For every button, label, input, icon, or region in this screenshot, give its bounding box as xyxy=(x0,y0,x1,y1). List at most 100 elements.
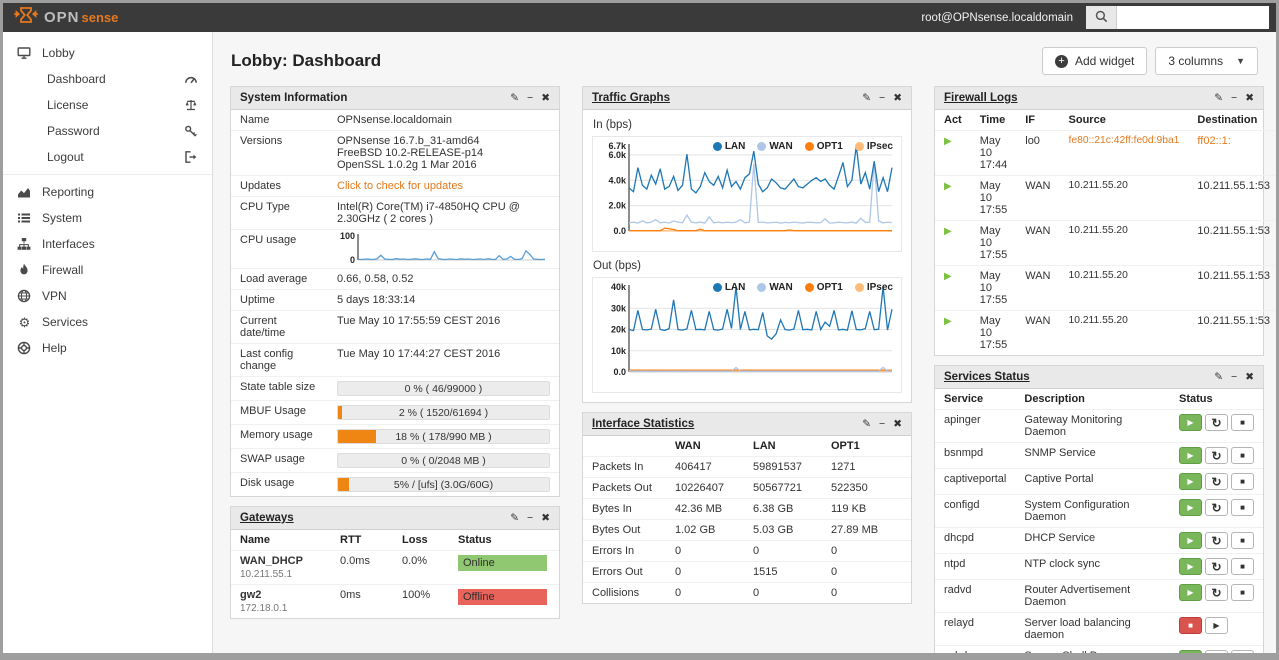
service-running-indicator[interactable]: ▶ xyxy=(1179,532,1202,549)
widget-gateways: Gateways ✎ − ✖ Name RTT Loss Status WAN_… xyxy=(230,506,560,619)
table-row: Errors In 0 0 0 xyxy=(583,540,911,562)
search-button[interactable] xyxy=(1086,6,1117,29)
service-stop-button[interactable]: ■ xyxy=(1231,532,1254,549)
service-running-indicator[interactable]: ▶ xyxy=(1179,499,1202,516)
edit-icon[interactable]: ✎ xyxy=(862,93,871,104)
service-running-indicator[interactable]: ▶ xyxy=(1179,414,1202,431)
search-icon xyxy=(1095,10,1108,26)
widget-title-link[interactable]: Firewall Logs xyxy=(944,92,1018,104)
close-icon[interactable]: ✖ xyxy=(1245,372,1254,383)
service-name: relayd xyxy=(935,612,1016,646)
collapse-icon[interactable]: − xyxy=(879,93,885,104)
service-running-indicator[interactable]: ▶ xyxy=(1179,650,1202,653)
check-updates-link[interactable]: Click to check for updates xyxy=(337,180,463,192)
service-name: apinger xyxy=(935,409,1016,443)
table-row: relaydServer load balancing daemon▶↻■■▶ xyxy=(935,612,1263,646)
close-icon[interactable]: ✖ xyxy=(893,419,902,430)
widget-services-status: Services Status ✎ − ✖ Service Descriptio… xyxy=(934,365,1264,653)
sidebar-item-dashboard[interactable]: Dashboard xyxy=(3,66,212,92)
widget-title-link[interactable]: Services Status xyxy=(944,371,1030,383)
search-box xyxy=(1086,6,1269,29)
service-stop-button[interactable]: ■ xyxy=(1231,558,1254,575)
sidebar: Lobby Dashboard License Password Logout xyxy=(3,32,213,653)
table-row: radvdRouter Advertisement Daemon▶↻■■▶ xyxy=(935,579,1263,613)
service-stopped-indicator[interactable]: ■ xyxy=(1179,617,1202,634)
list-icon xyxy=(17,211,32,225)
edit-icon[interactable]: ✎ xyxy=(510,93,519,104)
sidebar-item-interfaces[interactable]: Interfaces xyxy=(3,231,212,257)
chart-label-in: In (bps) xyxy=(593,119,632,131)
service-restart-button[interactable]: ↻ xyxy=(1205,584,1228,601)
legend-dot-lan xyxy=(712,142,722,151)
collapse-icon[interactable]: − xyxy=(1231,372,1237,383)
collapse-icon[interactable]: − xyxy=(1231,93,1237,104)
plus-circle-icon xyxy=(1055,54,1068,68)
service-restart-button[interactable]: ↻ xyxy=(1205,532,1228,549)
app-window: OPN sense root@OPNsense.localdomain Lobby xyxy=(3,3,1276,653)
widget-title-link[interactable]: Traffic Graphs xyxy=(592,92,670,104)
service-restart-button[interactable]: ↻ xyxy=(1205,499,1228,516)
legend-dot-wan xyxy=(757,283,767,292)
swap-meter: 0 % ( 0/2048 MB ) xyxy=(337,453,550,468)
search-input[interactable] xyxy=(1117,6,1269,29)
add-widget-button[interactable]: Add widget xyxy=(1042,47,1148,75)
service-running-indicator[interactable]: ▶ xyxy=(1179,558,1202,575)
service-start-button[interactable]: ▶ xyxy=(1205,617,1228,634)
fire-icon xyxy=(17,263,32,277)
edit-icon[interactable]: ✎ xyxy=(1214,372,1223,383)
sidebar-item-password[interactable]: Password xyxy=(3,118,212,144)
service-restart-button[interactable]: ↻ xyxy=(1205,414,1228,431)
sidebar-item-logout[interactable]: Logout xyxy=(3,144,212,170)
collapse-icon[interactable]: − xyxy=(527,93,533,104)
sidebar-item-services[interactable]: ⚙ Services xyxy=(3,309,212,335)
widget-title-link[interactable]: Gateways xyxy=(240,512,294,524)
sidebar-item-license[interactable]: License xyxy=(3,92,212,118)
edit-icon[interactable]: ✎ xyxy=(510,513,519,524)
columns-dropdown[interactable]: 3 columns ▼ xyxy=(1155,47,1258,75)
table-row: SWAP usage 0 % ( 0/2048 MB ) xyxy=(231,448,559,473)
service-description: System Configuration Daemon xyxy=(1015,494,1170,528)
state-table-meter: 0 % ( 46/99000 ) xyxy=(337,381,550,396)
sidebar-item-firewall[interactable]: Firewall xyxy=(3,257,212,283)
sidebar-item-reporting[interactable]: Reporting xyxy=(3,179,212,205)
sidebar-item-vpn[interactable]: VPN xyxy=(3,283,212,309)
svg-text:40k: 40k xyxy=(611,282,627,292)
table-row: CPU usage 100 0 xyxy=(231,229,559,269)
service-stop-button[interactable]: ■ xyxy=(1231,473,1254,490)
service-restart-button[interactable]: ↻ xyxy=(1205,558,1228,575)
service-running-indicator[interactable]: ▶ xyxy=(1179,473,1202,490)
service-stop-button[interactable]: ■ xyxy=(1231,650,1254,653)
sidebar-item-lobby[interactable]: Lobby xyxy=(3,40,212,66)
service-running-indicator[interactable]: ▶ xyxy=(1179,447,1202,464)
service-stop-button[interactable]: ■ xyxy=(1231,414,1254,431)
close-icon[interactable]: ✖ xyxy=(893,93,902,104)
brand-text-opn: OPN xyxy=(44,9,80,26)
widget-title-link[interactable]: Interface Statistics xyxy=(592,418,694,430)
area-chart-icon xyxy=(17,185,32,199)
opnsense-logo[interactable]: OPN sense xyxy=(13,7,118,28)
pass-action-icon: ▶ xyxy=(944,271,952,282)
table-header-row: Service Description Status xyxy=(944,393,1213,405)
edit-icon[interactable]: ✎ xyxy=(1214,93,1223,104)
close-icon[interactable]: ✖ xyxy=(1245,93,1254,104)
service-stop-button[interactable]: ■ xyxy=(1231,499,1254,516)
service-running-indicator[interactable]: ▶ xyxy=(1179,584,1202,601)
globe-icon xyxy=(17,289,32,303)
table-row: Load average 0.66, 0.58, 0.52 xyxy=(231,268,559,290)
legend-dot-ipsec xyxy=(854,142,864,151)
svg-text:100: 100 xyxy=(340,232,355,241)
service-name: bsnmpd xyxy=(935,442,1016,469)
edit-icon[interactable]: ✎ xyxy=(862,419,871,430)
service-restart-button[interactable]: ↻ xyxy=(1205,650,1228,653)
close-icon[interactable]: ✖ xyxy=(541,513,550,524)
collapse-icon[interactable]: − xyxy=(527,513,533,524)
collapse-icon[interactable]: − xyxy=(879,419,885,430)
service-restart-button[interactable]: ↻ xyxy=(1205,473,1228,490)
service-restart-button[interactable]: ↻ xyxy=(1205,447,1228,464)
sidebar-item-help[interactable]: Help xyxy=(3,335,212,361)
close-icon[interactable]: ✖ xyxy=(541,93,550,104)
service-stop-button[interactable]: ■ xyxy=(1231,584,1254,601)
service-stop-button[interactable]: ■ xyxy=(1231,447,1254,464)
widget-traffic-graphs: Traffic Graphs ✎ − ✖ In (bps) LAN WAN OP… xyxy=(582,86,912,403)
sidebar-item-system[interactable]: System xyxy=(3,205,212,231)
